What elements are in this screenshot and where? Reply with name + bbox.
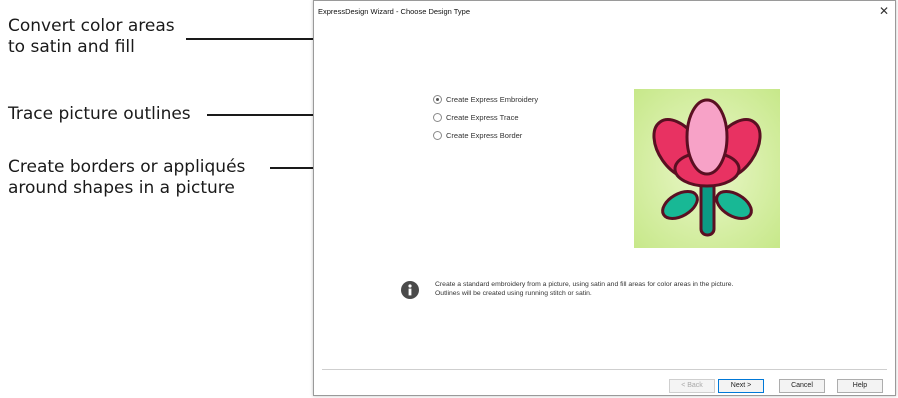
- info-icon: [401, 281, 419, 299]
- callout-line: Create borders or appliqués: [8, 157, 246, 177]
- expressdesign-wizard-dialog: ExpressDesign Wizard - Choose Design Typ…: [313, 0, 896, 396]
- footer-separator: [322, 369, 887, 370]
- description-line: Outlines will be created using running s…: [435, 290, 592, 297]
- design-preview-image: [634, 89, 780, 248]
- help-button[interactable]: Help: [837, 379, 883, 393]
- design-type-description: Create a standard embroidery from a pict…: [435, 280, 855, 298]
- dialog-title: ExpressDesign Wizard - Choose Design Typ…: [318, 7, 471, 16]
- radio-unchecked-icon[interactable]: [433, 112, 442, 122]
- callout-trace-outlines: Trace picture outlines: [8, 104, 191, 125]
- callout-line: to satin and fill: [8, 37, 135, 57]
- radio-checked-icon[interactable]: [433, 94, 442, 104]
- back-button[interactable]: < Back: [669, 379, 715, 393]
- next-button[interactable]: Next >: [718, 379, 764, 393]
- description-line: Create a standard embroidery from a pict…: [435, 281, 734, 288]
- callout-line: Convert color areas: [8, 16, 175, 36]
- option-express-border[interactable]: Create Express Border: [433, 129, 522, 141]
- callout-line: around shapes in a picture: [8, 178, 235, 198]
- close-icon[interactable]: ✕: [879, 4, 889, 18]
- option-label: Create Express Border: [446, 130, 523, 140]
- radio-unchecked-icon[interactable]: [433, 130, 442, 140]
- option-express-trace[interactable]: Create Express Trace: [433, 111, 519, 123]
- option-express-embroidery[interactable]: Create Express Embroidery: [433, 93, 538, 105]
- option-label: Create Express Trace: [446, 112, 519, 122]
- cancel-button[interactable]: Cancel: [779, 379, 825, 393]
- callout-line: Trace picture outlines: [8, 104, 191, 124]
- tulip-embroidery-icon: [634, 89, 780, 248]
- callout-convert-color-areas: Convert color areas to satin and fill: [8, 16, 175, 58]
- callout-create-borders: Create borders or appliqués around shape…: [8, 157, 245, 199]
- option-label: Create Express Embroidery: [446, 94, 539, 104]
